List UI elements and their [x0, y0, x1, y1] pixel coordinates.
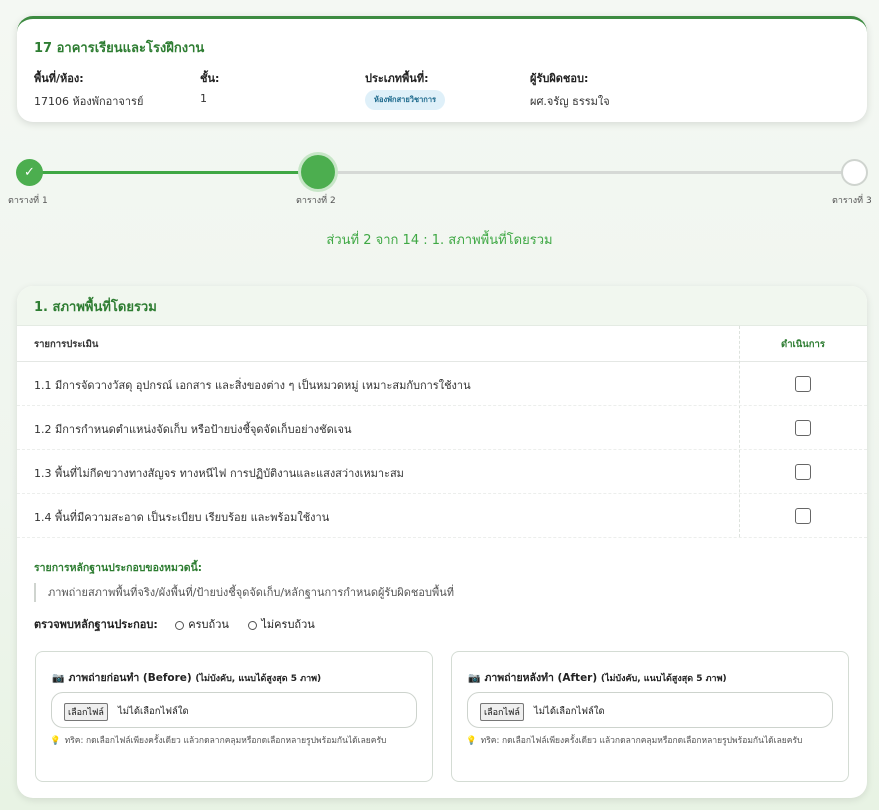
row-checkbox[interactable]: [795, 464, 811, 480]
table-row: 1.2 มีการกำหนดตำแหน่งจัดเก็บ หรือป้ายบ่ง…: [17, 406, 867, 450]
step-2-label: ตารางที่ 2: [296, 196, 336, 206]
owner-label: ผู้รับผิดชอบ:: [530, 72, 589, 85]
radio-incomplete-label: ไม่ครบถ้วน: [261, 618, 315, 631]
table-row: 1.4 พื้นที่มีความสะอาด เป็นระเบียบ เรียบ…: [17, 494, 867, 538]
owner-value: ผศ.จรัญ ธรรมใจ: [530, 95, 610, 108]
row-text: 1.3 พื้นที่ไม่กีดขวางทางสัญจร ทางหนีไฟ ก…: [34, 467, 404, 480]
table-row: 1.1 มีการจัดวางวัสดุ อุปกรณ์ เอกสาร และส…: [17, 362, 867, 406]
owner-info: ผู้รับผิดชอบ: ผศ.จรัญ ธรรมใจ: [530, 69, 610, 110]
stepper-progress: [29, 171, 318, 174]
after-photo-title: 📷 ภาพถ่ายหลังทำ (After) (ไม่บังคับ, แนบได…: [468, 669, 727, 686]
row-text: 1.1 มีการจัดวางวัสดุ อุปกรณ์ เอกสาร และส…: [34, 379, 471, 392]
step-3-label: ตารางที่ 3: [832, 196, 872, 206]
radio-icon: [248, 620, 258, 630]
before-photo-title: 📷 ภาพถ่ายก่อนทำ (Before) (ไม่บังคับ, แนบไ…: [52, 669, 321, 686]
room-info: พื้นที่/ห้อง: 17106 ห้องพักอาจารย์: [34, 69, 143, 110]
camera-icon: 📷: [52, 673, 65, 684]
choose-file-button[interactable]: เลือกไฟล์: [64, 703, 108, 721]
area-type-badge: ห้องพักสายวิชาการ: [365, 90, 446, 110]
evidence-title: รายการหลักฐานประกอบของหมวดนี้:: [34, 562, 202, 574]
step-1-dot[interactable]: ✓: [16, 159, 43, 186]
lightbulb-icon: 💡: [50, 736, 61, 746]
floor-label: ชั้น:: [200, 72, 220, 85]
after-photo-upload: 📷 ภาพถ่ายหลังทำ (After) (ไม่บังคับ, แนบได…: [451, 651, 849, 782]
evidence-found-label: ตรวจพบหลักฐานประกอบ:: [34, 618, 158, 631]
after-photo-subtitle: (ไม่บังคับ, แนบได้สูงสุด 5 ภาพ): [600, 674, 727, 684]
after-photo-title-text: ภาพถ่ายหลังทำ (After): [484, 672, 598, 684]
before-photo-upload: 📷 ภาพถ่ายก่อนทำ (Before) (ไม่บังคับ, แนบไ…: [35, 651, 433, 782]
radio-icon: [175, 620, 185, 630]
upload-tip: 💡 ทริค: กดเลือกไฟล์เพียงครั้งเดียว แล้วกด…: [50, 732, 422, 750]
no-file-text: ไม่ได้เลือกไฟล์ใด: [534, 706, 605, 717]
area-info-card: 17 อาคารเรียนและโรงฝึกงาน พื้นที่/ห้อง: …: [17, 16, 867, 122]
table-row: 1.3 พื้นที่ไม่กีดขวางทางสัญจร ทางหนีไฟ ก…: [17, 450, 867, 494]
no-file-text: ไม่ได้เลือกไฟล์ใด: [118, 706, 189, 717]
evidence-found-group: ตรวจพบหลักฐานประกอบ: ครบถ้วน ไม่ครบถ้วน: [34, 615, 315, 633]
floor-value: 1: [200, 92, 207, 105]
upload-tip: 💡 ทริค: กดเลือกไฟล์เพียงครั้งเดียว แล้วกด…: [466, 732, 838, 750]
room-label: พื้นที่/ห้อง:: [34, 72, 84, 85]
column-action-header: ดำเนินการ: [781, 339, 825, 350]
area-type-label: ประเภทพื้นที่:: [365, 72, 429, 85]
check-icon: ✓: [24, 165, 35, 180]
upload-tip-text: ทริค: กดเลือกไฟล์เพียงครั้งเดียว แล้วกดล…: [480, 736, 803, 746]
radio-incomplete[interactable]: ไม่ครบถ้วน: [248, 618, 315, 631]
step-3-dot[interactable]: [841, 159, 868, 186]
evidence-item: ภาพถ่ายสภาพพื้นที่จริง/ผังพื้นที่/ป้ายบ่…: [34, 583, 454, 602]
upload-tip-text: ทริค: กดเลือกไฟล์เพียงครั้งเดียว แล้วกดล…: [64, 736, 387, 746]
camera-icon: 📷: [468, 673, 481, 684]
before-file-input[interactable]: เลือกไฟล์ ไม่ได้เลือกไฟล์ใด: [51, 692, 417, 728]
column-item-header: รายการประเมิน: [34, 339, 99, 350]
row-checkbox[interactable]: [795, 376, 811, 392]
checklist-card: 1. สภาพพื้นที่โดยรวม รายการประเมิน ดำเนิ…: [17, 286, 867, 798]
room-value: 17106 ห้องพักอาจารย์: [34, 95, 144, 108]
radio-complete-label: ครบถ้วน: [188, 618, 229, 631]
row-text: 1.2 มีการกำหนดตำแหน่งจัดเก็บ หรือป้ายบ่ง…: [34, 423, 352, 436]
building-title: 17 อาคารเรียนและโรงฝึกงาน: [34, 41, 205, 56]
step-1-label: ตารางที่ 1: [8, 196, 48, 206]
after-file-input[interactable]: เลือกไฟล์ ไม่ได้เลือกไฟล์ใด: [467, 692, 833, 728]
row-checkbox[interactable]: [795, 420, 811, 436]
lightbulb-icon: 💡: [466, 736, 477, 746]
radio-complete[interactable]: ครบถ้วน: [175, 618, 229, 631]
before-photo-title-text: ภาพถ่ายก่อนทำ (Before): [68, 672, 192, 684]
choose-file-button[interactable]: เลือกไฟล์: [480, 703, 524, 721]
floor-info: ชั้น: 1: [200, 69, 219, 105]
step-2-dot[interactable]: [301, 155, 335, 189]
row-text: 1.4 พื้นที่มีความสะอาด เป็นระเบียบ เรียบ…: [34, 511, 330, 524]
before-photo-subtitle: (ไม่บังคับ, แนบได้สูงสุด 5 ภาพ): [195, 674, 322, 684]
area-type-info: ประเภทพื้นที่: ห้องพักสายวิชาการ: [365, 69, 446, 110]
section-progress-text: ส่วนที่ 2 จาก 14 : 1. สภาพพื้นที่โดยรวม: [326, 233, 553, 248]
row-checkbox[interactable]: [795, 508, 811, 524]
section-title: 1. สภาพพื้นที่โดยรวม: [17, 286, 867, 326]
